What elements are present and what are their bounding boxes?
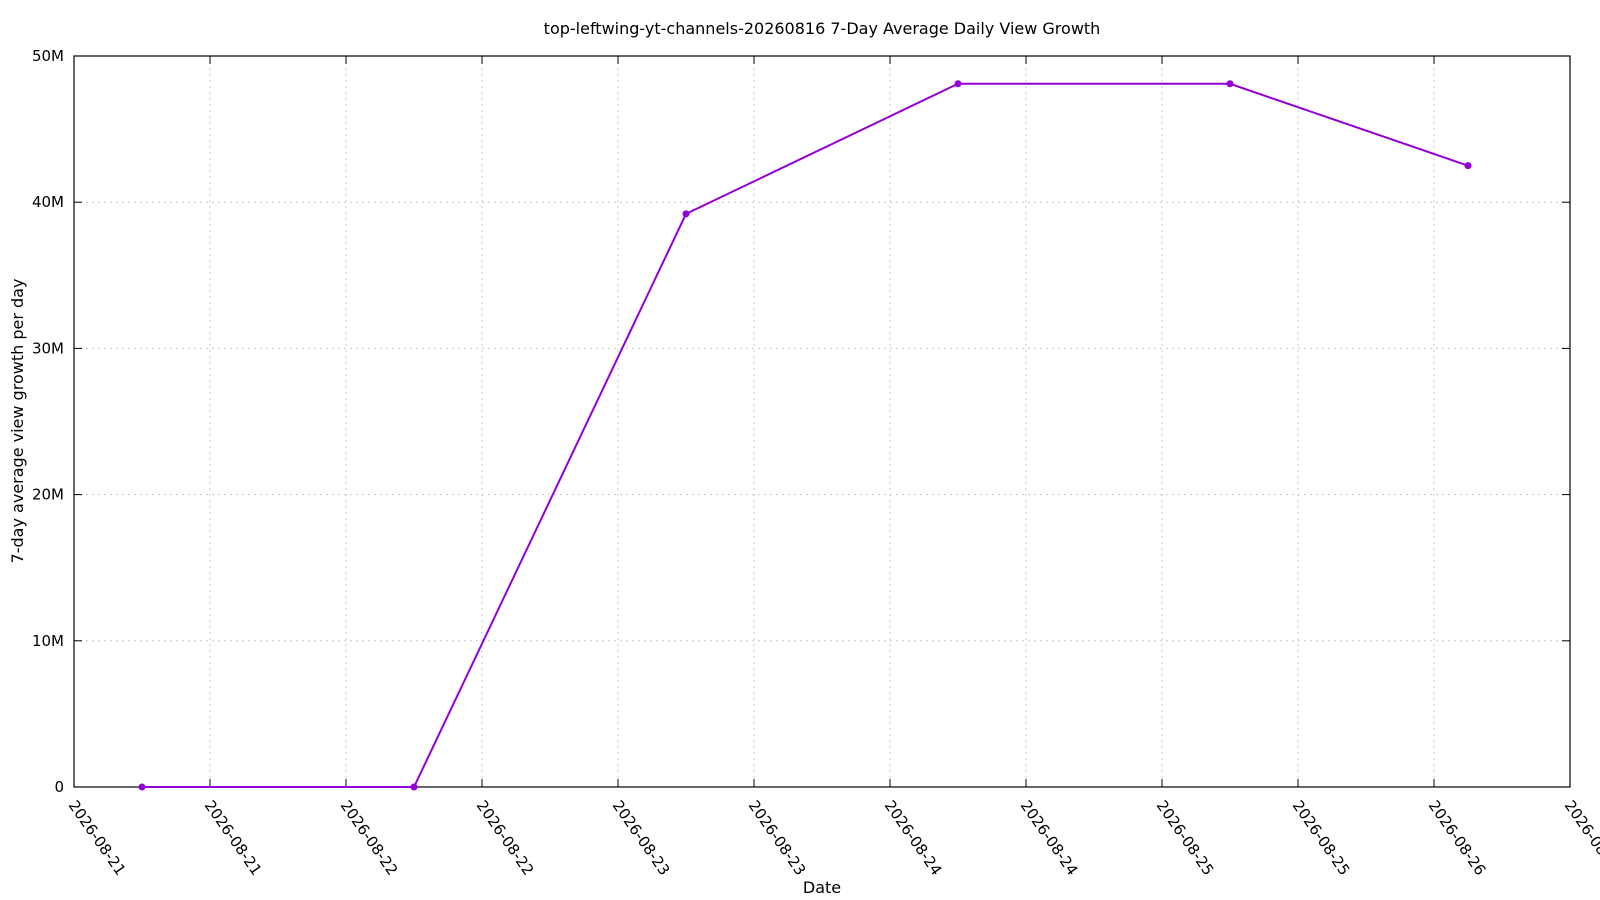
data-point xyxy=(954,80,962,88)
x-tick-label: 2026-08-25 xyxy=(1289,797,1354,879)
x-tick-label: 2026-08-26 xyxy=(1561,797,1600,879)
y-tick-label: 20M xyxy=(32,486,64,504)
series-layer xyxy=(138,80,1472,791)
y-tick-label: 40M xyxy=(32,193,64,211)
y-tick-label: 50M xyxy=(32,47,64,65)
x-tick-label: 2026-08-23 xyxy=(745,797,810,879)
y-tick-label: 0 xyxy=(54,778,64,796)
data-point xyxy=(138,783,146,791)
x-tick-label: 2026-08-24 xyxy=(1017,797,1082,879)
x-tick-label: 2026-08-21 xyxy=(201,797,266,879)
data-point xyxy=(1464,162,1472,170)
series-line xyxy=(142,82,1469,788)
x-tick-label: 2026-08-26 xyxy=(1425,797,1490,879)
grid-layer xyxy=(74,56,1570,787)
x-tick-label: 2026-08-25 xyxy=(1153,797,1218,879)
chart-title: top-leftwing-yt-channels-20260816 7-Day … xyxy=(544,19,1101,38)
plot-frame xyxy=(73,55,1571,788)
data-point xyxy=(682,210,690,218)
line-chart: top-leftwing-yt-channels-20260816 7-Day … xyxy=(8,19,1600,897)
x-tick-label: 2026-08-23 xyxy=(609,797,674,879)
y-tick-label: 10M xyxy=(32,632,64,650)
tick-layer: 0 10M 20M 30M 40M 50M 2026-08-21 2026-08-21 2026… xyxy=(32,47,1600,879)
x-tick-label: 2026-08-22 xyxy=(473,797,538,879)
data-point xyxy=(1226,80,1234,88)
x-tick-label: 2026-08-21 xyxy=(65,797,130,879)
x-axis-title: Date xyxy=(803,878,841,897)
x-tick-label: 2026-08-22 xyxy=(337,797,402,879)
y-tick-label: 30M xyxy=(32,339,64,357)
data-point xyxy=(410,783,418,791)
chart-container: top-leftwing-yt-channels-20260816 7-Day … xyxy=(0,0,1600,900)
y-axis-title: 7-day average view growth per day xyxy=(8,279,27,564)
x-tick-label: 2026-08-24 xyxy=(881,797,946,879)
